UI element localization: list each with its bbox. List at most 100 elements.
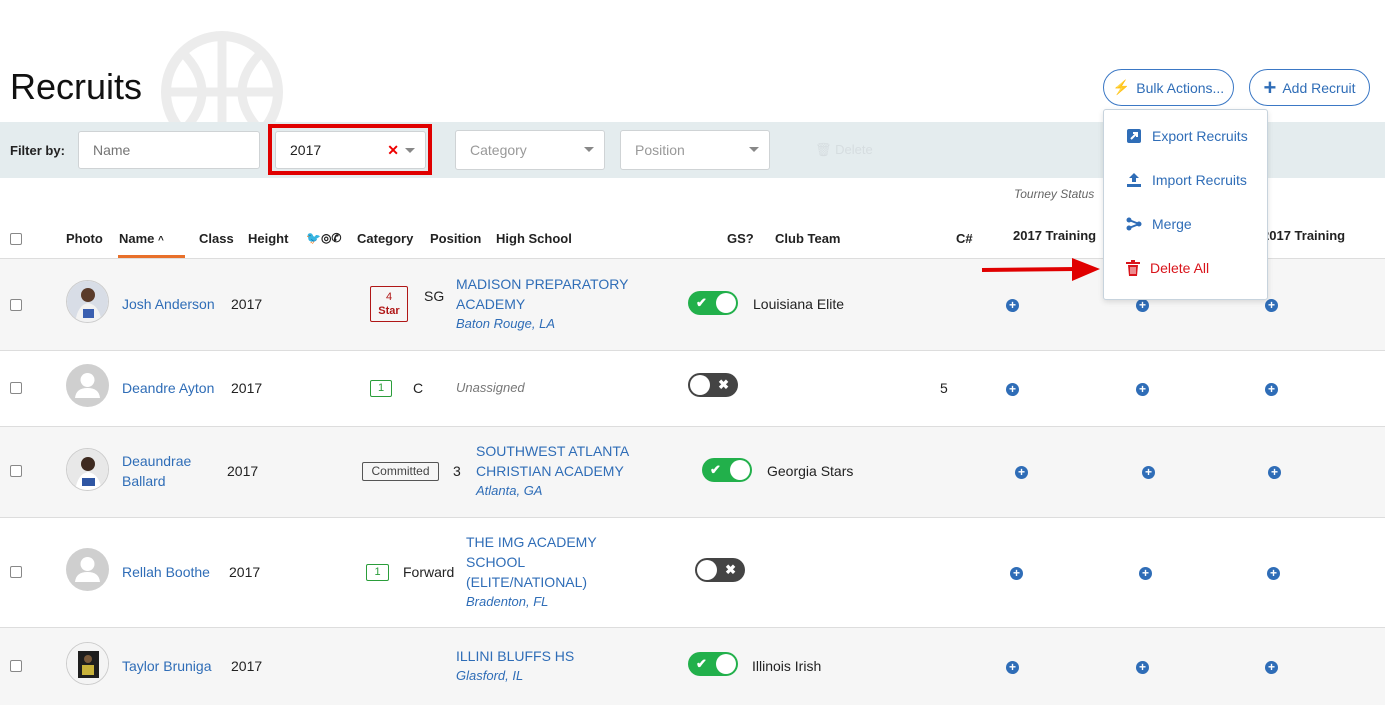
recruit-name-link[interactable]: Taylor Bruniga: [122, 656, 212, 676]
col-high-school[interactable]: High School: [496, 231, 572, 246]
add-training-icon[interactable]: +: [1006, 383, 1019, 396]
club-team-value: Illinois Irish: [752, 658, 822, 674]
menu-item-export[interactable]: Export Recruits: [1126, 128, 1248, 144]
add-training-icon[interactable]: +: [1265, 661, 1278, 674]
high-school-link[interactable]: SOUTHWEST ATLANTA: [476, 441, 629, 461]
position-value: C: [413, 380, 424, 396]
add-training-icon[interactable]: +: [1139, 567, 1152, 580]
x-icon: ✖: [725, 562, 736, 577]
category-badge-line: 4: [385, 291, 393, 303]
col-name-label: Name: [119, 231, 155, 246]
recruit-name-line: Ballard: [122, 473, 166, 489]
row-checkbox[interactable]: [10, 382, 22, 394]
add-training-icon[interactable]: +: [1015, 466, 1028, 479]
col-training-1[interactable]: 2017 Training: [1013, 228, 1096, 243]
high-school-link[interactable]: SCHOOL: [466, 552, 597, 572]
cnum-value: 5: [940, 380, 948, 396]
add-training-icon[interactable]: +: [1136, 661, 1149, 674]
clear-icon[interactable]: ✕: [387, 142, 399, 159]
category-select[interactable]: Category: [455, 130, 605, 170]
gs-toggle[interactable]: ✖: [695, 558, 745, 582]
position-value: SG: [424, 288, 445, 304]
high-school-link[interactable]: ACADEMY: [456, 294, 628, 314]
sort-asc-icon: ^: [158, 235, 164, 246]
recruit-name-link[interactable]: Rellah Boothe: [122, 562, 210, 582]
class-value: 2017: [231, 658, 263, 674]
class-year-value: 2017: [290, 142, 322, 158]
add-training-icon[interactable]: +: [1010, 567, 1023, 580]
col-position[interactable]: Position: [430, 231, 481, 246]
row-checkbox[interactable]: [10, 299, 22, 311]
recruit-name-link[interactable]: Deandre Ayton: [122, 378, 214, 398]
gs-toggle[interactable]: ✖: [688, 373, 738, 397]
add-training-icon[interactable]: +: [1136, 383, 1149, 396]
add-training-icon[interactable]: +: [1265, 299, 1278, 312]
row-checkbox[interactable]: [10, 465, 22, 477]
page-title: Recruits: [10, 66, 143, 107]
city-text: Bradenton, FL: [466, 594, 549, 609]
col-training-3[interactable]: 2017 Training: [1262, 228, 1345, 243]
check-icon: ✔: [710, 462, 721, 477]
committed-badge: Committed: [362, 462, 439, 481]
add-training-icon[interactable]: +: [1268, 466, 1281, 479]
recruit-name-link[interactable]: Deaundrae Ballard: [122, 451, 191, 491]
add-recruit-button[interactable]: + Add Recruit: [1249, 69, 1370, 106]
high-school-cell: MADISON PREPARATORY ACADEMY Baton Rouge,…: [456, 274, 628, 334]
high-school-link[interactable]: THE IMG ACADEMY: [466, 532, 597, 552]
add-training-icon[interactable]: +: [1267, 567, 1280, 580]
gs-toggle[interactable]: ✔: [688, 291, 738, 315]
name-filter-input[interactable]: [78, 131, 260, 169]
col-gs[interactable]: GS?: [727, 231, 754, 246]
high-school-link[interactable]: MADISON PREPARATORY: [456, 274, 628, 294]
high-school-link[interactable]: ILLINI BLUFFS HS: [456, 646, 574, 666]
select-all-checkbox[interactable]: [10, 233, 22, 245]
class-value: 2017: [229, 564, 261, 580]
class-value: 2017: [231, 296, 263, 312]
tourney-status-label: Tourney Status: [1014, 187, 1095, 201]
bulk-actions-label: Bulk Actions...: [1136, 79, 1225, 96]
col-club-team[interactable]: Club Team: [775, 231, 841, 246]
recruit-name-link[interactable]: Josh Anderson: [122, 294, 215, 314]
delete-ghost-button: 🗑 Delete: [815, 142, 873, 157]
gs-toggle[interactable]: ✔: [702, 458, 752, 482]
col-height[interactable]: Height: [248, 231, 288, 246]
toggle-knob: [730, 460, 750, 480]
col-class[interactable]: Class: [199, 231, 234, 246]
city-text: Glasford, IL: [456, 668, 524, 683]
add-training-icon[interactable]: +: [1006, 299, 1019, 312]
delete-ghost-label: Delete: [835, 142, 873, 157]
toggle-knob: [716, 654, 736, 674]
chevron-down-icon: [584, 147, 594, 152]
col-name[interactable]: Name ^: [119, 231, 164, 246]
class-year-select[interactable]: 2017 ✕: [275, 131, 426, 169]
club-team-value: Georgia Stars: [767, 463, 854, 479]
col-cnum[interactable]: C#: [956, 231, 973, 246]
bulk-actions-button[interactable]: ⚡ Bulk Actions...: [1103, 69, 1234, 106]
gs-toggle[interactable]: ✔: [688, 652, 738, 676]
col-category[interactable]: Category: [357, 231, 413, 246]
annotation-arrow: [981, 258, 1100, 281]
row-checkbox[interactable]: [10, 660, 22, 672]
add-training-icon[interactable]: +: [1142, 466, 1155, 479]
add-recruit-label: Add Recruit: [1282, 79, 1356, 96]
position-select[interactable]: Position: [620, 130, 770, 170]
menu-item-import[interactable]: Import Recruits: [1126, 172, 1247, 188]
add-training-icon[interactable]: +: [1265, 383, 1278, 396]
menu-item-delete-all[interactable]: Delete All: [1126, 260, 1209, 276]
city-text: Atlanta, GA: [476, 483, 543, 498]
add-training-icon[interactable]: +: [1136, 299, 1149, 312]
menu-item-merge[interactable]: Merge: [1126, 216, 1192, 232]
add-training-icon[interactable]: +: [1006, 661, 1019, 674]
row-checkbox[interactable]: [10, 566, 22, 578]
menu-item-label: Import Recruits: [1152, 172, 1247, 188]
merge-icon: [1126, 217, 1142, 231]
category-badge-line: Star: [378, 305, 400, 317]
high-school-link[interactable]: (ELITE/NATIONAL): [466, 572, 597, 592]
col-photo: Photo: [66, 231, 103, 246]
position-value: 3: [453, 463, 461, 479]
high-school-link[interactable]: CHRISTIAN ACADEMY: [476, 461, 629, 481]
social-phone-icon: 🐦◎✆: [306, 231, 342, 245]
chevron-down-icon: [749, 147, 759, 152]
check-icon: ✔: [696, 656, 707, 671]
avatar: [66, 280, 109, 323]
